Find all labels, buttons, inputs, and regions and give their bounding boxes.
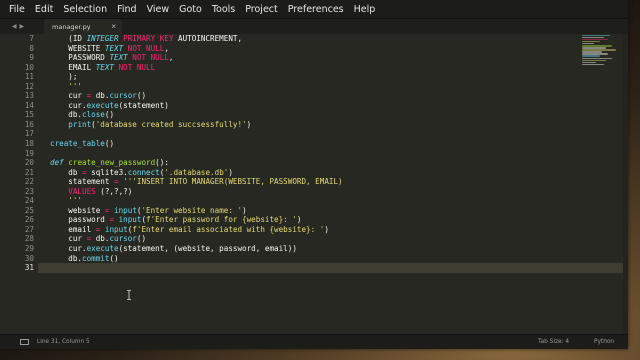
code-line[interactable]: cur.execute(statement, (website, passwor…	[38, 244, 628, 254]
code-line[interactable]: create_table()	[38, 139, 628, 149]
tab-next-icon[interactable]: ▶	[20, 23, 25, 30]
line-number: 13	[24, 91, 34, 101]
code-line[interactable]	[38, 129, 628, 139]
menu-view[interactable]: View	[142, 0, 175, 19]
code-line[interactable]: (ID INTEGER PRIMARY KEY AUTOINCREMENT,	[38, 34, 628, 44]
menu-edit[interactable]: Edit	[30, 0, 58, 19]
tab-manager-py[interactable]: manager.py ×	[44, 19, 122, 34]
line-number: 11	[24, 72, 34, 82]
code-line[interactable]: def create_new_password():	[38, 158, 628, 168]
code-line[interactable]: website = input('Enter website name: ')	[38, 206, 628, 216]
code-line[interactable]: db = sqlite3.connect('.database.db')	[38, 168, 628, 178]
tab-prev-icon[interactable]: ◀	[12, 23, 17, 30]
code-line[interactable]: VALUES (?,?,?)	[38, 187, 628, 197]
code-line[interactable]: '''	[38, 82, 628, 92]
tab-navigation: ◀ ▶	[0, 19, 36, 34]
code-line[interactable]: statement = '''INSERT INTO MANAGER(WEBSI…	[38, 177, 628, 187]
cursor-position: Line 31, Column 5	[37, 339, 90, 345]
code-line[interactable]: cur.execute(statement)	[38, 101, 628, 111]
line-number: 10	[24, 62, 34, 72]
line-number: 7	[29, 34, 34, 43]
code-line[interactable]: email = input(f'Enter email associated w…	[38, 225, 628, 235]
line-number-current: 31	[24, 263, 34, 273]
code-line[interactable]: password = input(f'Enter password for {w…	[38, 215, 628, 225]
panel-toggle-icon[interactable]	[20, 339, 29, 345]
code-line-current[interactable]	[38, 263, 628, 273]
code-line[interactable]: cur = db.cursor()	[38, 91, 628, 101]
line-number: 19	[24, 148, 34, 158]
line-number: 20	[24, 158, 34, 168]
menu-preferences[interactable]: Preferences	[283, 0, 349, 19]
menu-find[interactable]: Find	[112, 0, 141, 19]
line-number: 18	[24, 139, 34, 149]
menu-selection[interactable]: Selection	[58, 0, 112, 19]
code-line[interactable]: PASSWORD TEXT NOT NULL,	[38, 53, 628, 63]
code-line[interactable]	[38, 149, 628, 159]
line-number-gutter: 7 8 9 10 11 12 13 14 15 16 17 18 19 20 2…	[0, 34, 38, 334]
code-line[interactable]: db.close()	[38, 110, 628, 120]
tab-size[interactable]: Tab Size: 4	[538, 335, 569, 350]
line-number: 8	[29, 43, 34, 53]
line-number: 30	[24, 253, 34, 263]
line-number: 17	[24, 129, 34, 139]
line-number: 25	[24, 205, 34, 215]
minimap[interactable]	[582, 34, 622, 72]
editor-window: File Edit Selection Find View Goto Tools…	[0, 0, 628, 349]
status-bar: Line 31, Column 5 Tab Size: 4 Python	[0, 334, 628, 349]
minimap-line	[582, 63, 604, 66]
vertical-scrollbar[interactable]	[623, 34, 628, 334]
line-number: 16	[24, 119, 34, 129]
tab-title: manager.py	[52, 22, 91, 31]
tab-close-icon[interactable]: ×	[111, 22, 116, 31]
menu-goto[interactable]: Goto	[174, 0, 207, 19]
line-number: 15	[24, 110, 34, 120]
code-line[interactable]: cur = db.cursor()	[38, 234, 628, 244]
menu-bar: File Edit Selection Find View Goto Tools…	[0, 0, 628, 19]
syntax-mode[interactable]: Python	[594, 335, 614, 350]
line-number: 26	[24, 215, 34, 225]
menu-project[interactable]: Project	[240, 0, 283, 19]
code-line[interactable]: WEBSITE TEXT NOT NULL,	[38, 44, 628, 54]
code-area[interactable]: (ID INTEGER PRIMARY KEY AUTOINCREMENT, W…	[38, 34, 628, 334]
minimap-line	[582, 55, 600, 58]
code-line[interactable]: print('database created succsessfully!')	[38, 120, 628, 130]
code-line[interactable]: db.commit()	[38, 254, 628, 264]
line-number: 12	[24, 81, 34, 91]
line-number: 22	[24, 177, 34, 187]
minimap-line	[582, 59, 606, 62]
menu-file[interactable]: File	[4, 0, 30, 19]
minimap-line	[582, 57, 612, 60]
line-number: 24	[24, 196, 34, 206]
line-number: 14	[24, 100, 34, 110]
code-line[interactable]: '''	[38, 196, 628, 206]
code-editor[interactable]: 7 8 9 10 11 12 13 14 15 16 17 18 19 20 2…	[0, 34, 628, 334]
line-number: 21	[24, 167, 34, 177]
code-line[interactable]: );	[38, 72, 628, 82]
line-number: 28	[24, 234, 34, 244]
tab-bar: ◀ ▶ manager.py ×	[0, 19, 628, 34]
code-line[interactable]: EMAIL TEXT NOT NULL	[38, 63, 628, 73]
line-number: 27	[24, 224, 34, 234]
menu-tools[interactable]: Tools	[207, 0, 240, 19]
minimap-line	[582, 34, 610, 37]
minimap-line	[582, 36, 604, 39]
line-number: 23	[24, 186, 34, 196]
line-number: 29	[24, 244, 34, 254]
line-number: 9	[29, 53, 34, 63]
text-cursor-icon	[127, 290, 131, 300]
menu-help[interactable]: Help	[349, 0, 381, 19]
